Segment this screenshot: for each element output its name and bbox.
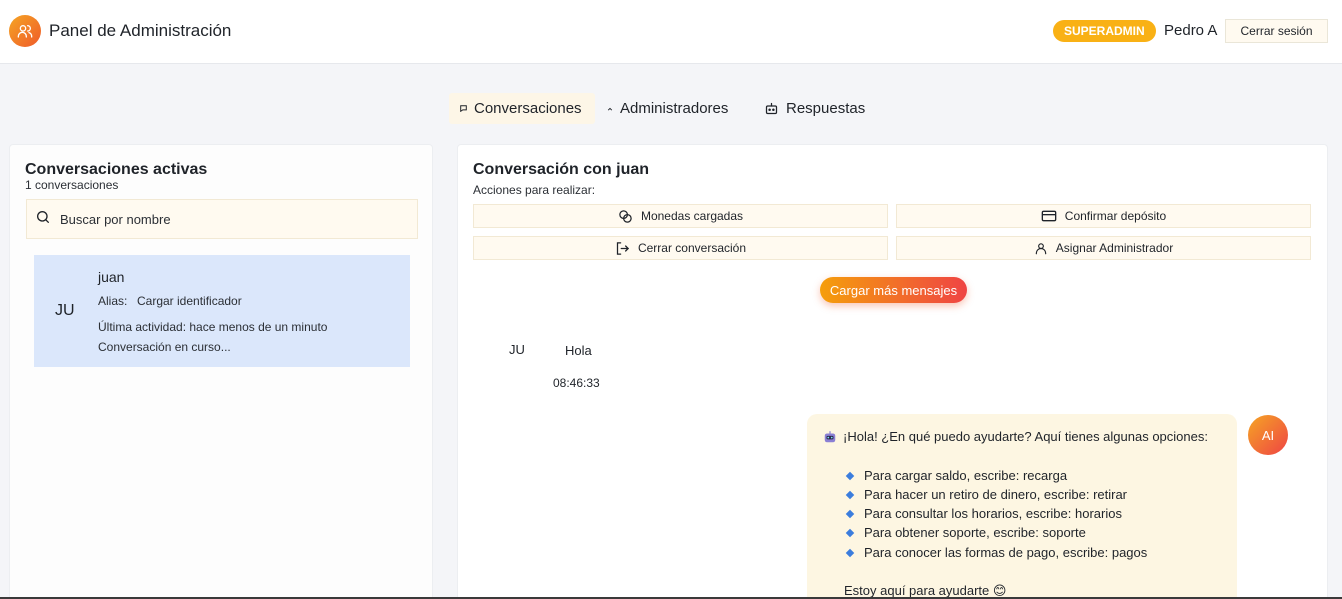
action-label: Asignar Administrador: [1055, 241, 1174, 255]
bot-intro-text: ¡Hola! ¿En qué puedo ayudarte? Aquí tien…: [843, 429, 1208, 444]
bot-option: Para obtener soporte, escribe: soporte: [845, 525, 1086, 540]
chevron-up-icon: [607, 106, 613, 112]
user-icon: [1034, 241, 1048, 256]
bot-option: Para conocer las formas de pago, escribe…: [845, 545, 1148, 560]
robot-icon: [764, 101, 779, 116]
bot-intro-line: ¡Hola! ¿En qué puedo ayudarte? Aquí tien…: [823, 429, 1208, 444]
bot-option-text: Para cargar saldo, escribe: recarga: [864, 468, 1068, 483]
search-box[interactable]: [26, 199, 418, 239]
chat-bubble-icon: [460, 105, 467, 112]
tab-administradores[interactable]: Administradores: [605, 93, 728, 124]
action-label: Cerrar conversación: [637, 241, 747, 255]
conversation-count: 1 conversaciones: [25, 178, 119, 192]
user-name: Pedro A: [1164, 22, 1218, 39]
diamond-bullet-icon: [845, 471, 855, 480]
conversation-item[interactable]: JU juan Alias: Cargar identificador Últi…: [34, 255, 410, 367]
conversations-panel: Conversaciones activas 1 conversaciones …: [9, 144, 433, 599]
tab-respuestas[interactable]: Respuestas: [764, 93, 865, 124]
actions-label: Acciones para realizar:: [473, 183, 596, 197]
diamond-bullet-icon: [845, 528, 855, 537]
role-badge: SUPERADMIN: [1053, 20, 1156, 42]
tab-label: Administradores: [620, 100, 729, 117]
tab-conversaciones[interactable]: Conversaciones: [449, 93, 595, 124]
search-icon: [35, 209, 51, 230]
ai-avatar: AI: [1248, 415, 1288, 455]
last-activity: Última actividad: hace menos de un minut…: [98, 320, 328, 334]
avatar-initials: JU: [55, 302, 75, 319]
users-logo-icon: [9, 15, 41, 47]
alias-label: Alias:: [98, 294, 128, 308]
load-more-button[interactable]: Cargar más mensajes: [820, 277, 967, 303]
coins-loaded-button[interactable]: Monedas cargadas: [473, 204, 888, 228]
tab-label: Conversaciones: [474, 100, 582, 117]
bot-option: Para hacer un retiro de dinero, escribe:…: [845, 487, 1128, 502]
top-header: Panel de Administración SUPERADMIN Pedro…: [0, 0, 1342, 64]
diamond-bullet-icon: [845, 548, 855, 557]
bot-option-text: Para consultar los horarios, escribe: ho…: [864, 506, 1122, 521]
logout-icon: [615, 241, 630, 256]
message-time: 08:46:33: [553, 376, 600, 390]
alias-value: Cargar identificador: [137, 294, 242, 308]
close-conversation-button[interactable]: Cerrar conversación: [473, 236, 888, 260]
bot-option-text: Para obtener soporte, escribe: soporte: [864, 525, 1086, 540]
bot-option: Para consultar los horarios, escribe: ho…: [845, 506, 1122, 521]
bot-message-bubble: ¡Hola! ¿En qué puedo ayudarte? Aquí tien…: [807, 414, 1237, 599]
diamond-bullet-icon: [845, 490, 855, 499]
chat-title: Conversación con juan: [473, 161, 650, 178]
action-label: Confirmar depósito: [1064, 209, 1167, 223]
action-label: Monedas cargadas: [640, 209, 744, 223]
message-avatar-initials: JU: [509, 342, 525, 357]
bot-option-text: Para hacer un retiro de dinero, escribe:…: [864, 487, 1128, 502]
robot-emoji-icon: [823, 430, 837, 444]
conversation-name: juan: [98, 269, 125, 285]
coins-icon: [618, 209, 633, 224]
assign-admin-button[interactable]: Asignar Administrador: [896, 236, 1311, 260]
message-text: Hola: [565, 343, 592, 358]
bot-option: Para cargar saldo, escribe: recarga: [845, 468, 1068, 483]
confirm-deposit-button[interactable]: Confirmar depósito: [896, 204, 1311, 228]
chat-panel: Conversación con juan Acciones para real…: [457, 144, 1328, 599]
tab-label: Respuestas: [786, 100, 866, 117]
credit-card-icon: [1041, 209, 1057, 223]
diamond-bullet-icon: [845, 509, 855, 518]
panel-title: Conversaciones activas: [25, 161, 208, 178]
conversation-status: Conversación en curso...: [98, 340, 231, 354]
bot-option-text: Para conocer las formas de pago, escribe…: [864, 545, 1148, 560]
search-input[interactable]: [60, 211, 400, 227]
logout-button[interactable]: Cerrar sesión: [1225, 19, 1328, 43]
app-title: Panel de Administración: [49, 21, 232, 40]
